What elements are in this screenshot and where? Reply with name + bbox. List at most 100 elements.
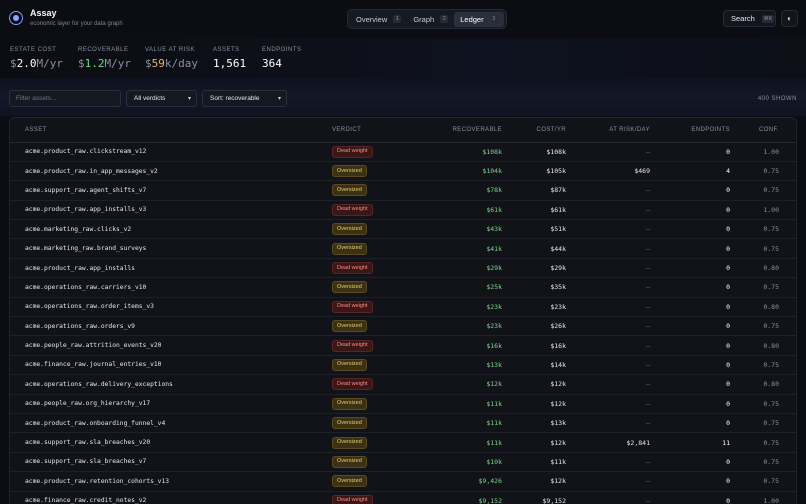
table-row[interactable]: acme.product_raw.app_installs Dead weight… bbox=[10, 258, 796, 279]
cell-verdict: Oversized bbox=[332, 277, 422, 298]
verdict-badge: Oversized bbox=[332, 436, 367, 449]
stat-prefix: $ bbox=[145, 57, 152, 70]
table-row[interactable]: acme.operations_raw.carriers_v10 Oversize… bbox=[10, 277, 796, 298]
cell-value: $12k bbox=[486, 380, 502, 389]
stat-unit: M/yr bbox=[36, 57, 64, 70]
cell-asset[interactable]: acme.finance_raw.journal_entries_v10 bbox=[10, 355, 332, 376]
cell-verdict: Oversized bbox=[332, 394, 422, 414]
cell-asset[interactable]: acme.operations_raw.delivery_exceptions bbox=[10, 374, 332, 395]
tab-shortcut: 2 bbox=[440, 15, 449, 23]
stat-label: Assets bbox=[213, 47, 240, 53]
cell-cost: $9,152 bbox=[502, 491, 566, 504]
stat-prefix: $ bbox=[10, 57, 17, 70]
cell-rec: $11k bbox=[422, 394, 502, 414]
cell-confidence: 0.75 bbox=[730, 413, 796, 434]
col-recoverable[interactable]: Recoverable bbox=[422, 118, 502, 143]
cell-endpoints: 0 bbox=[650, 180, 730, 201]
table-row[interactable]: acme.product_raw.app_installs_v3 Dead wei… bbox=[10, 200, 796, 221]
col-confidence[interactable]: Conf. bbox=[730, 118, 796, 143]
cell-asset[interactable]: acme.people_raw.attrition_events_v20 bbox=[10, 335, 332, 356]
search-shortcut: ⌘K bbox=[761, 14, 775, 23]
cell-value: $16k bbox=[550, 341, 566, 350]
table-row[interactable]: acme.product_raw.onboarding_funnel_v4 Ove… bbox=[10, 413, 796, 434]
table-row[interactable]: acme.support_raw.agent_shifts_v7 Oversize… bbox=[10, 180, 796, 201]
table-row[interactable]: acme.support_raw.sla_breaches_v7 Oversize… bbox=[10, 452, 796, 473]
table-row[interactable]: acme.marketing_raw.clicks_v2 Oversized $43… bbox=[10, 219, 796, 240]
verdict-badge: Dead weight bbox=[332, 203, 373, 216]
cell-asset[interactable]: acme.product_raw.onboarding_funnel_v4 bbox=[10, 413, 332, 434]
cell-verdict: Oversized bbox=[332, 355, 422, 376]
sort-select[interactable]: Sort: recoverable ▾ bbox=[202, 90, 287, 107]
cell-rec: $25k bbox=[422, 277, 502, 298]
table-row[interactable]: acme.operations_raw.delivery_exceptions D… bbox=[10, 374, 796, 395]
cell-asset[interactable]: acme.operations_raw.orders_v9 bbox=[10, 316, 332, 337]
cell-confidence: 0.80 bbox=[730, 258, 796, 279]
cell-verdict: Oversized bbox=[332, 238, 422, 259]
theme-toggle-button[interactable]: ◐ bbox=[781, 10, 798, 27]
table-row[interactable]: acme.support_raw.sla_breaches_v20 Oversiz… bbox=[10, 432, 796, 453]
col-asset[interactable]: Asset bbox=[10, 118, 332, 143]
tab-ledger[interactable]: Ledger 3 bbox=[454, 11, 504, 27]
table-row[interactable]: acme.finance_raw.journal_entries_v10 Over… bbox=[10, 355, 796, 376]
cell-value: $41k bbox=[486, 244, 502, 253]
cell-asset[interactable]: acme.product_raw.app_installs bbox=[10, 258, 332, 279]
app-header: Assay economic layer for your data graph… bbox=[0, 0, 806, 38]
table-row[interactable]: acme.people_raw.attrition_events_v20 Dead… bbox=[10, 335, 796, 356]
cell-value: $12k bbox=[550, 438, 566, 447]
cell-asset[interactable]: acme.support_raw.sla_breaches_v20 bbox=[10, 432, 332, 453]
cell-value: $23k bbox=[550, 302, 566, 311]
cell-rec: $16k bbox=[422, 335, 502, 356]
cell-asset[interactable]: acme.marketing_raw.clicks_v2 bbox=[10, 219, 332, 240]
verdict-select[interactable]: All verdicts ▾ bbox=[126, 90, 197, 107]
stat-number: 364 bbox=[262, 57, 282, 70]
col-at-risk[interactable]: At Risk/day bbox=[566, 118, 650, 143]
verdict-select-value: All verdicts bbox=[134, 95, 166, 102]
cell-value: $9,426 bbox=[478, 477, 502, 486]
tab-graph[interactable]: Graph 2 bbox=[407, 12, 454, 27]
verdict-badge: Oversized bbox=[332, 165, 367, 178]
cell-value: $108k bbox=[482, 147, 502, 156]
cell-asset[interactable]: acme.support_raw.agent_shifts_v7 bbox=[10, 180, 332, 201]
cell-cost: $61k bbox=[502, 200, 566, 221]
cell-asset[interactable]: acme.operations_raw.order_items_v3 bbox=[10, 297, 332, 318]
cell-risk: — bbox=[566, 219, 650, 240]
cell-verdict: Dead weight bbox=[332, 335, 422, 356]
cell-rec: $78k bbox=[422, 180, 502, 201]
cell-confidence: 0.80 bbox=[730, 335, 796, 356]
cell-asset[interactable]: acme.marketing_raw.brand_surveys bbox=[10, 238, 332, 259]
table-row[interactable]: acme.product_raw.in_app_messages_v2 Overs… bbox=[10, 161, 796, 182]
table-row[interactable]: acme.operations_raw.order_items_v3 Dead w… bbox=[10, 297, 796, 318]
shown-count: 400 SHOWN bbox=[757, 96, 797, 102]
col-verdict[interactable]: Verdict bbox=[332, 118, 422, 143]
table-row[interactable]: acme.product_raw.retention_cohorts_v13 Ov… bbox=[10, 471, 796, 492]
cell-asset[interactable]: acme.product_raw.retention_cohorts_v13 bbox=[10, 471, 332, 492]
cell-asset[interactable]: acme.product_raw.in_app_messages_v2 bbox=[10, 161, 332, 182]
cell-verdict: Oversized bbox=[332, 219, 422, 240]
cell-cost: $29k bbox=[502, 258, 566, 279]
table-row[interactable]: acme.operations_raw.orders_v9 Oversized $2… bbox=[10, 316, 796, 337]
table-row[interactable]: acme.finance_raw.credit_notes_v2 Dead wei… bbox=[10, 491, 796, 504]
cell-verdict: Oversized bbox=[332, 413, 422, 434]
logo-icon[interactable] bbox=[9, 11, 23, 25]
col-cost[interactable]: Cost/yr bbox=[502, 118, 566, 143]
table-header-row: Asset Verdict Recoverable Cost/yr At Ris… bbox=[10, 118, 796, 143]
table-row[interactable]: acme.people_raw.org_hierarchy_v17 Oversiz… bbox=[10, 394, 796, 414]
cell-asset[interactable]: acme.finance_raw.credit_notes_v2 bbox=[10, 491, 332, 504]
cell-endpoints: 0 bbox=[650, 238, 730, 259]
table-row[interactable]: acme.product_raw.clickstream_v12 Dead wei… bbox=[10, 142, 796, 162]
tab-overview[interactable]: Overview 1 bbox=[350, 12, 407, 27]
cell-asset[interactable]: acme.support_raw.sla_breaches_v7 bbox=[10, 452, 332, 473]
cell-asset[interactable]: acme.operations_raw.carriers_v10 bbox=[10, 277, 332, 298]
cell-asset[interactable]: acme.product_raw.clickstream_v12 bbox=[10, 142, 332, 162]
stat-number: 1,561 bbox=[213, 57, 247, 70]
filter-assets-input[interactable] bbox=[9, 90, 121, 107]
table-row[interactable]: acme.marketing_raw.brand_surveys Oversize… bbox=[10, 238, 796, 259]
app-tagline: economic layer for your data graph bbox=[30, 21, 123, 27]
search-button[interactable]: Search ⌘K bbox=[723, 10, 776, 27]
ledger-table: Asset Verdict Recoverable Cost/yr At Ris… bbox=[9, 117, 797, 504]
cell-asset[interactable]: acme.product_raw.app_installs_v3 bbox=[10, 200, 332, 221]
cell-asset[interactable]: acme.people_raw.org_hierarchy_v17 bbox=[10, 394, 332, 414]
col-endpoints[interactable]: Endpoints bbox=[650, 118, 730, 143]
cell-risk: — bbox=[566, 258, 650, 279]
cell-rec: $9,426 bbox=[422, 471, 502, 492]
